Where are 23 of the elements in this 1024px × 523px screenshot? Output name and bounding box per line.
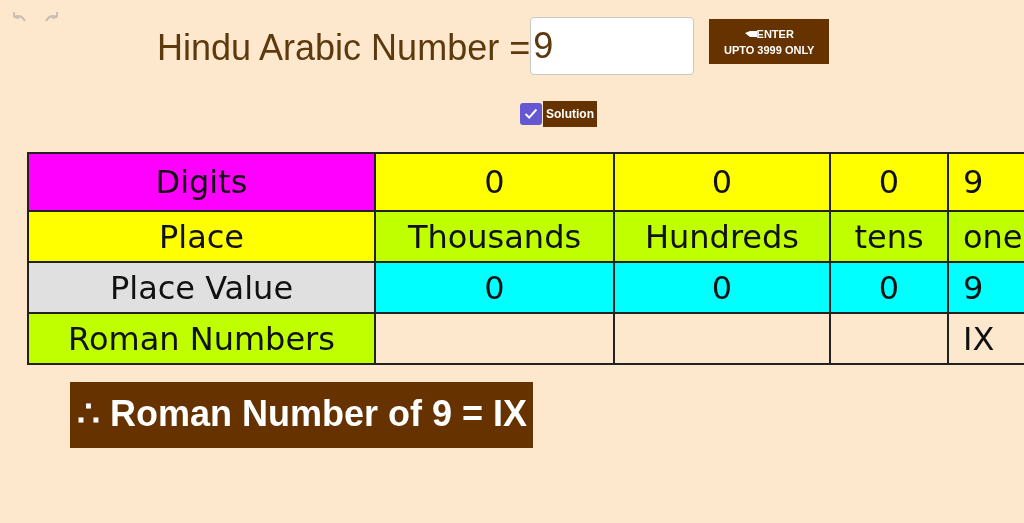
number-input-field[interactable]: 9	[530, 17, 695, 75]
table-cell: 9	[948, 262, 1024, 313]
row-header-cell: Place Value	[28, 262, 375, 313]
result-banner: ∴ Roman Number of 9 = IX	[70, 382, 534, 448]
table-cell: 9	[948, 153, 1024, 211]
table-cell: 0	[375, 262, 614, 313]
table-cell: Hundreds	[614, 211, 830, 262]
row-header-cell: Digits	[28, 153, 375, 211]
table-cell: Thousands	[375, 211, 614, 262]
row-header-cell: Place	[28, 211, 375, 262]
table-cell: 0	[830, 262, 948, 313]
table-cell: tens	[830, 211, 948, 262]
solution-checkbox[interactable]	[520, 103, 542, 125]
table-cell: 0	[830, 153, 948, 211]
enter-button[interactable]: ENTER UPTO 3999 ONLY	[709, 19, 830, 64]
table-cell: 0	[375, 153, 614, 211]
table-cell: 0	[614, 262, 830, 313]
table-cell: 0	[614, 153, 830, 211]
solution-label[interactable]: Solution	[543, 101, 597, 127]
number-label: Hindu Arabic Number =	[157, 27, 531, 69]
table-cell: one	[948, 211, 1024, 262]
pointing-hand-icon	[744, 30, 757, 37]
row-header-cell: Roman Numbers	[28, 313, 375, 364]
